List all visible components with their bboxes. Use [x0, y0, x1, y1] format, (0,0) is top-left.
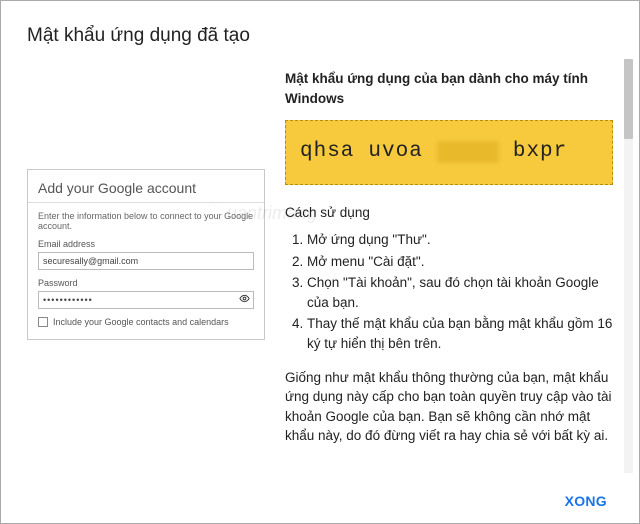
password-label: Password [38, 278, 254, 288]
divider [28, 202, 264, 203]
pw-segment-4: bxpr [513, 137, 567, 167]
note-paragraph: Giống như mật khẩu thông thường của bạn,… [285, 368, 613, 446]
step-item: Chọn "Tài khoản", sau đó chọn tài khoản … [307, 273, 613, 312]
email-field[interactable] [38, 252, 254, 270]
step-item: Thay thế mật khẩu của bạn bằng mật khẩu … [307, 314, 613, 353]
include-contacts-label: Include your Google contacts and calenda… [53, 317, 229, 327]
add-account-title: Add your Google account [38, 180, 254, 196]
subheading: Mật khẩu ứng dụng của bạn dành cho máy t… [285, 69, 613, 108]
include-contacts-checkbox[interactable] [38, 317, 48, 327]
pw-segment-2: uvoa [368, 137, 422, 167]
step-item: Mở ứng dụng "Thư". [307, 230, 613, 250]
example-panel: Add your Google account Enter the inform… [27, 69, 265, 446]
add-account-box: Add your Google account Enter the inform… [27, 169, 265, 340]
dialog-title: Mật khẩu ứng dụng đã tạo [27, 25, 613, 47]
scrollbar-thumb[interactable] [624, 59, 633, 139]
pw-segment-1: qhsa [300, 137, 354, 167]
generated-password-box: qhsa uvoa bxpr [285, 120, 613, 184]
email-label: Email address [38, 239, 254, 249]
add-account-info: Enter the information below to connect t… [38, 211, 254, 231]
instructions-panel: Mật khẩu ứng dụng của bạn dành cho máy t… [285, 69, 613, 446]
password-field[interactable] [38, 291, 254, 309]
done-button[interactable]: XONG [565, 493, 607, 509]
app-password-dialog: Mật khẩu ứng dụng đã tạo Add your Google… [3, 3, 637, 521]
reveal-password-icon[interactable] [239, 293, 250, 307]
pw-segment-3-redacted [437, 141, 499, 163]
step-item: Mở menu "Cài đặt". [307, 252, 613, 272]
scrollbar-track[interactable] [624, 59, 633, 473]
howto-title: Cách sử dụng [285, 203, 613, 223]
steps-list: Mở ứng dụng "Thư". Mở menu "Cài đặt". Ch… [285, 230, 613, 353]
